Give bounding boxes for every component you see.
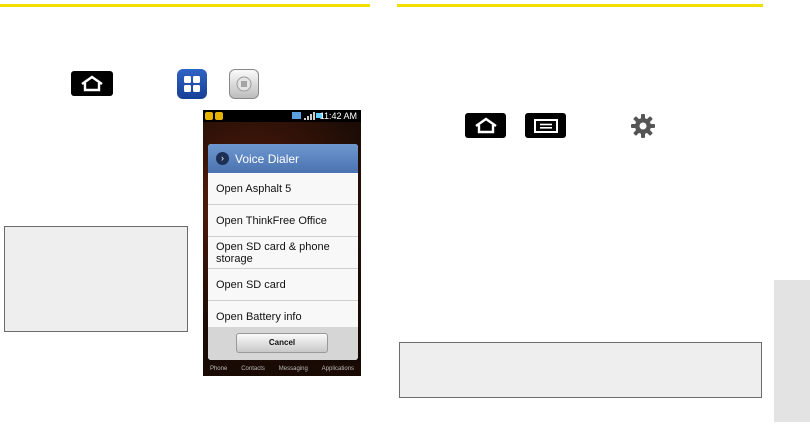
note-box-left (4, 226, 188, 332)
home-key-icon (71, 71, 113, 96)
status-bar: 11:42 AM (203, 110, 361, 122)
list-item[interactable]: Open SD card & phone storage (208, 237, 358, 269)
list-item[interactable]: Open SD card (208, 269, 358, 301)
chevron-right-icon: › (216, 152, 229, 165)
note-box-right (399, 342, 762, 398)
dialog-title-text: Voice Dialer (235, 151, 300, 166)
dialog-title: › Voice Dialer (208, 144, 358, 173)
list-item[interactable]: Open Asphalt 5 (208, 173, 358, 205)
dock-item-messaging[interactable]: Messaging (279, 366, 308, 372)
cancel-button[interactable]: Cancel (236, 333, 328, 353)
phone-screenshot: 11:42 AM › Voice Dialer Open Asphalt 5 O… (203, 110, 361, 376)
menu-key-icon (525, 113, 566, 138)
status-time: 11:42 AM (319, 111, 357, 121)
dock-item-applications[interactable]: Applications (322, 366, 354, 372)
applications-icon (177, 69, 207, 99)
voice-dialer-dialog: › Voice Dialer Open Asphalt 5 Open Think… (208, 144, 358, 360)
signal-icon (304, 112, 315, 120)
home-key-icon (465, 113, 506, 138)
app-dock: Phone Contacts Messaging Applications (203, 362, 361, 376)
notification-icon (215, 112, 223, 120)
section-rule-right (397, 4, 763, 7)
voice-dialer-icon (229, 69, 259, 99)
dock-item-contacts[interactable]: Contacts (241, 366, 265, 372)
gear-icon (629, 112, 657, 140)
dock-item-phone[interactable]: Phone (210, 366, 227, 372)
section-rule-left (0, 4, 370, 7)
wifi-icon (292, 112, 301, 119)
list-item[interactable]: Open ThinkFree Office (208, 205, 358, 237)
side-tab (774, 280, 810, 422)
notification-icon (205, 112, 213, 120)
dialog-footer: Cancel (208, 327, 358, 360)
